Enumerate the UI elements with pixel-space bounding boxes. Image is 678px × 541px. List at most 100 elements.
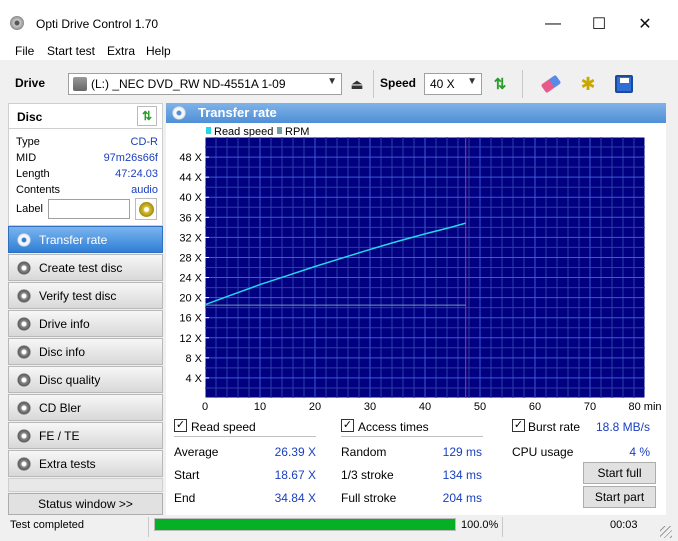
nav-fe-te[interactable]: FE / TE xyxy=(8,422,163,449)
settings-button[interactable]: ✱ xyxy=(575,71,601,97)
y-tick-label: 40 X xyxy=(179,192,202,204)
menu-start-test[interactable]: Start test xyxy=(47,44,95,58)
y-tick-label: 48 X xyxy=(179,152,202,164)
panel-title: Transfer rate xyxy=(198,105,277,120)
app-disc-icon xyxy=(10,16,24,30)
disc-length-label: Length xyxy=(16,168,50,180)
y-tick-label: 8 X xyxy=(185,353,202,365)
y-tick-label: 28 X xyxy=(179,252,202,264)
nav-cd-bler[interactable]: CD Bler xyxy=(8,394,163,421)
legend-read-speed: Read speed xyxy=(214,126,273,138)
nav-label: Transfer rate xyxy=(39,232,108,247)
disc-icon xyxy=(17,400,31,415)
nav-disc-info[interactable]: Disc info xyxy=(8,338,163,365)
average-label: Average xyxy=(174,445,219,459)
drive-label: Drive xyxy=(15,76,46,90)
nav-extra-tests[interactable]: Extra tests xyxy=(8,450,163,477)
status-window-button[interactable]: Status window >> xyxy=(8,493,163,515)
disc-icon xyxy=(17,232,31,247)
disc-label-input[interactable] xyxy=(48,199,130,219)
disc-contents-value: audio xyxy=(131,184,158,196)
progress-percent: 100.0% xyxy=(461,519,499,531)
access-times-checkbox[interactable]: ✓ xyxy=(341,419,354,432)
x-tick-label: 70 xyxy=(584,401,596,413)
disc-type-value: CD-R xyxy=(130,136,159,148)
resize-grip-icon[interactable] xyxy=(660,526,672,538)
minimize-button[interactable]: — xyxy=(530,8,576,40)
menu-bar xyxy=(0,40,678,60)
access-times-label: Access times xyxy=(358,420,429,434)
disc-icon xyxy=(17,260,31,275)
x-tick-label: 10 xyxy=(254,401,266,413)
disc-icon xyxy=(17,428,31,443)
one-third-stroke-value: 134 ms xyxy=(442,468,482,482)
transfer-rate-chart: Read speed RPM 4 X 8 X 12 X 16 X 20 X 24 X 28 … xyxy=(179,126,661,413)
x-tick-label: 30 xyxy=(364,401,376,413)
speed-select[interactable]: 40 X ▼ xyxy=(424,73,482,95)
x-tick-label: 40 xyxy=(419,401,431,413)
menu-extra[interactable]: Extra xyxy=(107,44,135,58)
refresh-speed-button[interactable]: ⇅ xyxy=(487,71,513,97)
disc-icon xyxy=(17,288,31,303)
nav-disc-quality[interactable]: Disc quality xyxy=(8,366,163,393)
burst-rate-checkbox[interactable]: ✓ xyxy=(512,419,525,432)
erase-button[interactable] xyxy=(538,71,564,97)
speed-label: Speed xyxy=(380,76,417,90)
nav-label: FE / TE xyxy=(39,428,80,443)
status-text: Test completed xyxy=(10,519,84,531)
nav-label: CD Bler xyxy=(39,400,82,415)
y-tick-label: 16 X xyxy=(179,313,202,325)
y-tick-label: 24 X xyxy=(179,273,202,285)
start-full-button[interactable]: Start full xyxy=(583,462,656,484)
start-part-button[interactable]: Start part xyxy=(583,486,656,508)
maximize-button[interactable]: ☐ xyxy=(576,8,622,40)
eject-button[interactable]: ⏏ xyxy=(344,71,370,97)
progress-fill xyxy=(155,519,455,530)
disc-icon xyxy=(172,106,186,120)
status-separator xyxy=(148,517,149,537)
disc-label-apply-button[interactable] xyxy=(135,198,157,220)
cpu-usage-value: 4 % xyxy=(629,445,650,459)
drive-icon xyxy=(73,77,87,91)
nav-create-test-disc[interactable]: Create test disc xyxy=(8,254,163,281)
end-value: 34.84 X xyxy=(274,491,316,505)
nav-label: Disc quality xyxy=(39,372,101,387)
y-tick-label: 36 X xyxy=(179,212,202,224)
save-button[interactable] xyxy=(611,71,637,97)
disc-icon xyxy=(138,201,154,217)
menu-file[interactable]: File xyxy=(15,44,34,58)
toolbar-separator xyxy=(522,70,523,98)
nav-label: Disc info xyxy=(39,344,86,359)
toolbar-separator xyxy=(373,70,374,98)
panel-header: Transfer rate xyxy=(166,103,666,123)
random-value: 129 ms xyxy=(442,445,482,459)
chevron-down-icon: ▼ xyxy=(467,76,477,87)
window-title: Opti Drive Control 1.70 xyxy=(36,17,159,31)
nav-transfer-rate[interactable]: Transfer rate xyxy=(8,226,163,253)
elapsed-time: 00:03 xyxy=(610,519,638,531)
disc-mid-label: MID xyxy=(16,152,37,164)
x-tick-label: 50 xyxy=(474,401,486,413)
disc-refresh-icon[interactable]: ⇅ xyxy=(137,106,157,126)
y-tick-label: 32 X xyxy=(179,232,202,244)
disc-icon xyxy=(17,372,31,387)
menu-help[interactable]: Help xyxy=(146,44,171,58)
y-tick-label: 12 X xyxy=(179,333,202,345)
start-label: Start xyxy=(174,468,200,482)
refresh-arrows-icon: ⇅ xyxy=(493,76,507,93)
x-tick-label: 20 xyxy=(309,401,321,413)
drive-select[interactable]: (L:) _NEC DVD_RW ND-4551A 1-09 ▼ xyxy=(68,73,342,95)
nav-spacer xyxy=(8,478,163,492)
nav-verify-test-disc[interactable]: Verify test disc xyxy=(8,282,163,309)
nav-drive-info[interactable]: Drive info xyxy=(8,310,163,337)
x-tick-label: 60 xyxy=(529,401,541,413)
gear-icon: ✱ xyxy=(580,73,596,94)
disc-icon xyxy=(17,316,31,331)
disc-type-label: Type xyxy=(16,136,40,148)
disc-icon xyxy=(17,456,31,471)
y-tick-label: 44 X xyxy=(179,172,202,184)
close-button[interactable]: ✕ xyxy=(622,8,668,40)
read-speed-checkbox[interactable]: ✓ xyxy=(174,419,187,432)
disc-label-label: Label xyxy=(16,203,43,215)
read-speed-divider xyxy=(174,436,316,437)
